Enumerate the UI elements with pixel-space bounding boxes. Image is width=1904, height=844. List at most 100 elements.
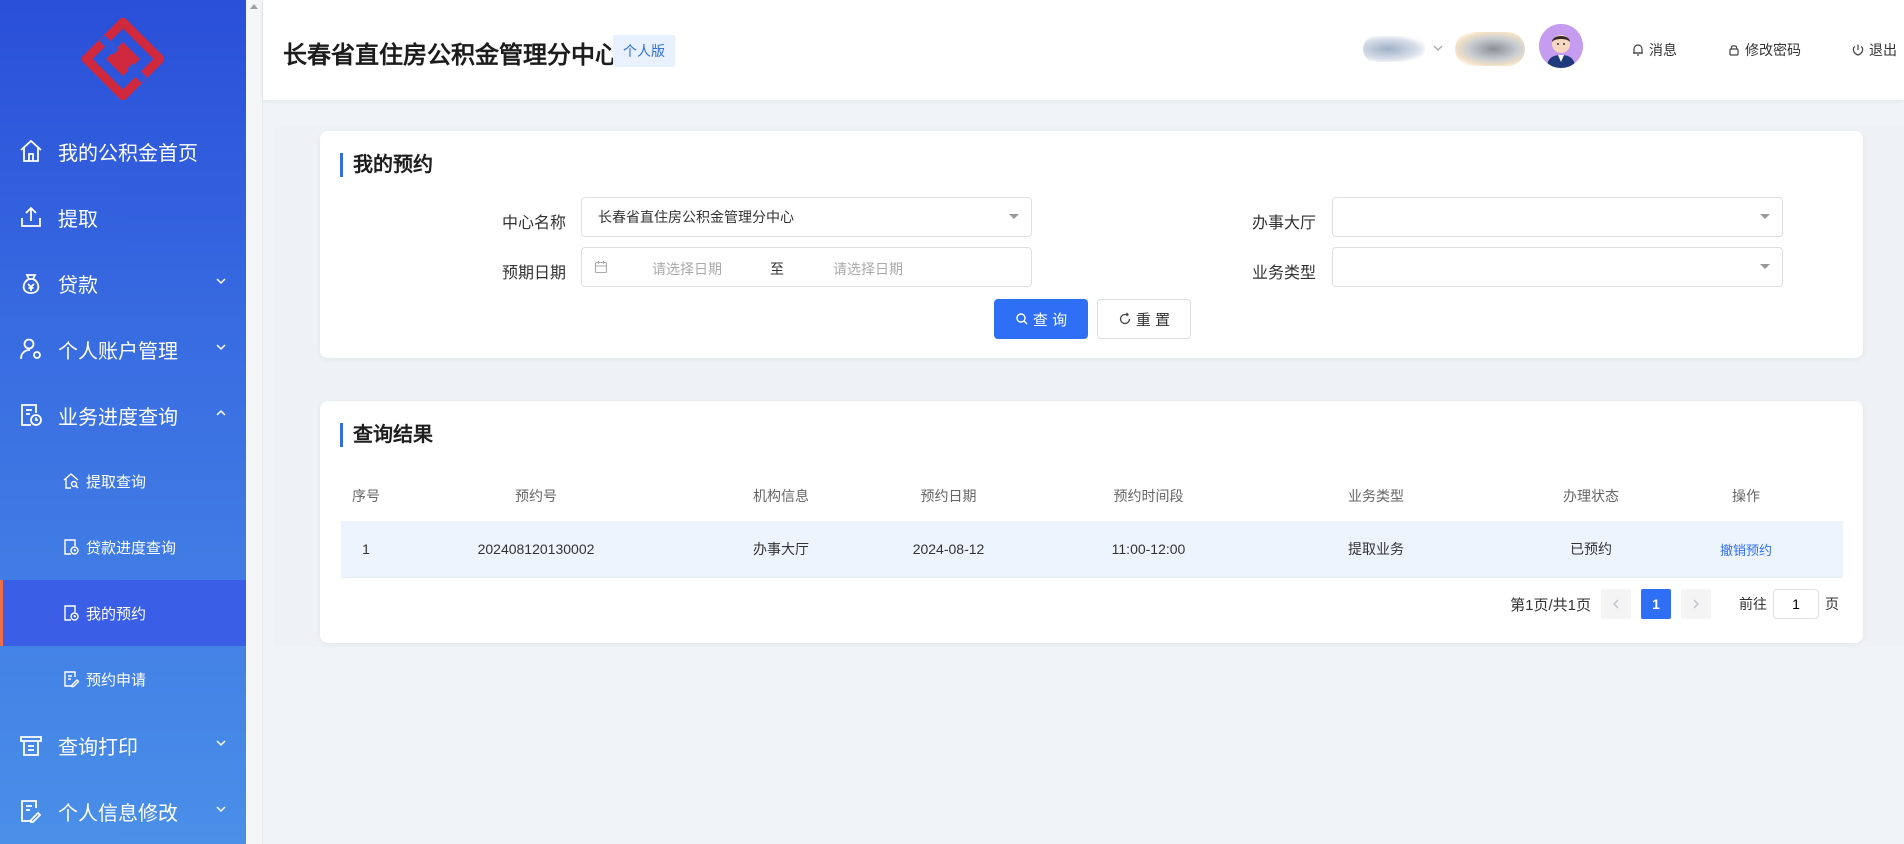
sidebar-subitem-label: 预约申请 (86, 671, 147, 689)
blurred-username[interactable] (1363, 36, 1425, 62)
chevron-down-icon (216, 804, 226, 814)
card-title: 查询结果 (340, 423, 433, 447)
results-card: 查询结果 序号 预约号 机构信息 预约日期 预约时间段 业务类型 办理状态 操作… (320, 401, 1863, 643)
version-badge: 个人版 (613, 35, 675, 67)
center-select-value: 长春省直住房公积金管理分中心 (598, 209, 794, 225)
sidebar-subitem-my-reservation[interactable]: 我的预约 (0, 580, 246, 646)
sidebar-item-progress[interactable]: 业务进度查询 (0, 382, 246, 448)
edit-document-icon (18, 798, 44, 824)
goto-page-input[interactable] (1773, 589, 1819, 619)
chevron-up-icon (216, 408, 226, 418)
reset-button[interactable]: 重 置 (1097, 299, 1191, 339)
hall-select[interactable] (1332, 197, 1783, 237)
card-title: 我的预约 (340, 153, 433, 177)
sidebar-item-home[interactable]: 我的公积金首页 (0, 118, 246, 184)
sidebar-subitem-loan-progress[interactable]: 贷款进度查询 (0, 514, 246, 580)
date-range-picker[interactable]: 请选择日期 至 请选择日期 (581, 247, 1032, 287)
caret-down-icon (1760, 214, 1770, 219)
blurred-user-info (1455, 32, 1525, 66)
sidebar-item-label: 个人账户管理 (58, 340, 178, 363)
column-header: 业务类型 (1348, 488, 1404, 504)
column-header: 办理状态 (1563, 488, 1619, 504)
logo-icon (82, 18, 164, 100)
sidebar-subitem-label: 贷款进度查询 (86, 539, 177, 557)
sidebar-item-account[interactable]: 个人账户管理 (0, 316, 246, 382)
sidebar-item-personal-info[interactable]: 个人信息修改 (0, 778, 246, 844)
sidebar-subitem-withdraw-query[interactable]: 提取查询 (0, 448, 246, 514)
sidebar-subitem-reservation-apply[interactable]: 预约申请 (0, 646, 246, 712)
refresh-icon (1118, 312, 1132, 326)
money-bag-icon (18, 270, 44, 296)
power-icon (1851, 43, 1865, 57)
chevron-down-icon (216, 738, 226, 748)
hall-label: 办事大厅 (1251, 215, 1316, 232)
caret-down-icon (1009, 214, 1019, 219)
sidebar-item-label: 个人信息修改 (58, 802, 178, 825)
sidebar-item-label: 我的公积金首页 (58, 142, 198, 165)
messages-link[interactable]: 消息 (1631, 40, 1677, 60)
type-label: 业务类型 (1251, 265, 1316, 282)
logout-label: 退出 (1869, 42, 1897, 58)
business-type-select[interactable] (1332, 247, 1783, 287)
edit-document-icon (62, 670, 80, 688)
column-header: 操作 (1732, 488, 1760, 504)
reset-button-label: 重 置 (1135, 311, 1171, 329)
column-header: 预约时间段 (1113, 488, 1184, 504)
sidebar-item-print[interactable]: 查询打印 (0, 712, 246, 778)
page-title: 长春省直住房公积金管理分中心 (283, 42, 619, 69)
change-password-link[interactable]: 修改密码 (1727, 40, 1801, 60)
sidebar-item-withdraw[interactable]: 提取 (0, 184, 246, 250)
caret-down-icon (1760, 264, 1770, 269)
row-status: 已预约 (1570, 541, 1612, 557)
page-suffix: 页 (1825, 596, 1839, 612)
top-header: 长春省直住房公积金管理分中心 个人版 消息 修改密码 退出 (263, 0, 1904, 100)
user-settings-icon (18, 336, 44, 362)
document-clock-icon (18, 402, 44, 428)
sidebar-subitem-label: 提取查询 (86, 473, 147, 491)
row-reservation-no: 202408120130002 (477, 541, 595, 557)
document-clock-icon (62, 538, 80, 556)
prev-page-button[interactable] (1601, 589, 1631, 619)
column-header: 机构信息 (753, 488, 809, 504)
pagination: 第1页/共1页 1 前往 页 (1510, 589, 1839, 619)
results-table: 序号 预约号 机构信息 预约日期 预约时间段 业务类型 办理状态 操作 1 20… (341, 471, 1843, 578)
calendar-icon (594, 261, 608, 274)
change-password-label: 修改密码 (1745, 42, 1801, 58)
query-button[interactable]: 查 询 (994, 299, 1088, 339)
logout-link[interactable]: 退出 (1851, 40, 1897, 60)
avatar[interactable] (1539, 24, 1583, 68)
chevron-down-icon (216, 342, 226, 352)
date-start-input[interactable]: 请选择日期 (652, 259, 722, 279)
table-header: 序号 预约号 机构信息 预约日期 预约时间段 业务类型 办理状态 操作 (341, 471, 1843, 521)
sidebar-item-loan[interactable]: 贷款 (0, 250, 246, 316)
logo (0, 0, 246, 118)
next-page-button[interactable] (1681, 589, 1711, 619)
row-index: 1 (362, 541, 370, 557)
center-label: 中心名称 (501, 215, 566, 232)
date-end-input[interactable]: 请选择日期 (833, 259, 903, 279)
scroll-up-icon[interactable] (250, 4, 258, 9)
document-clock-icon (62, 604, 80, 622)
query-button-label: 查 询 (1032, 311, 1068, 329)
messages-label: 消息 (1649, 42, 1677, 58)
row-time-slot: 11:00-12:00 (1111, 541, 1186, 557)
page-number-button[interactable]: 1 (1641, 589, 1671, 619)
center-select[interactable]: 长春省直住房公积金管理分中心 (581, 197, 1032, 237)
column-header: 预约号 (515, 488, 557, 504)
sidebar-scrollbar[interactable] (246, 0, 263, 844)
home-icon (18, 138, 44, 164)
chevron-down-icon[interactable] (1433, 43, 1443, 53)
date-separator: 至 (770, 261, 784, 277)
sidebar-item-label: 业务进度查询 (58, 406, 178, 429)
printer-icon (18, 732, 44, 758)
lock-icon (1727, 43, 1741, 57)
row-org: 办事大厅 (753, 541, 809, 557)
table-row: 1 202408120130002 办事大厅 2024-08-12 11:00-… (341, 521, 1843, 578)
chevron-right-icon (1693, 599, 1699, 609)
upload-icon (18, 204, 44, 230)
cancel-reservation-link[interactable]: 撤销预约 (1720, 543, 1772, 558)
date-label: 预期日期 (501, 265, 566, 282)
sidebar-subitem-label: 我的预约 (86, 605, 147, 623)
search-icon (1015, 312, 1029, 326)
row-date: 2024-08-12 (912, 541, 985, 557)
